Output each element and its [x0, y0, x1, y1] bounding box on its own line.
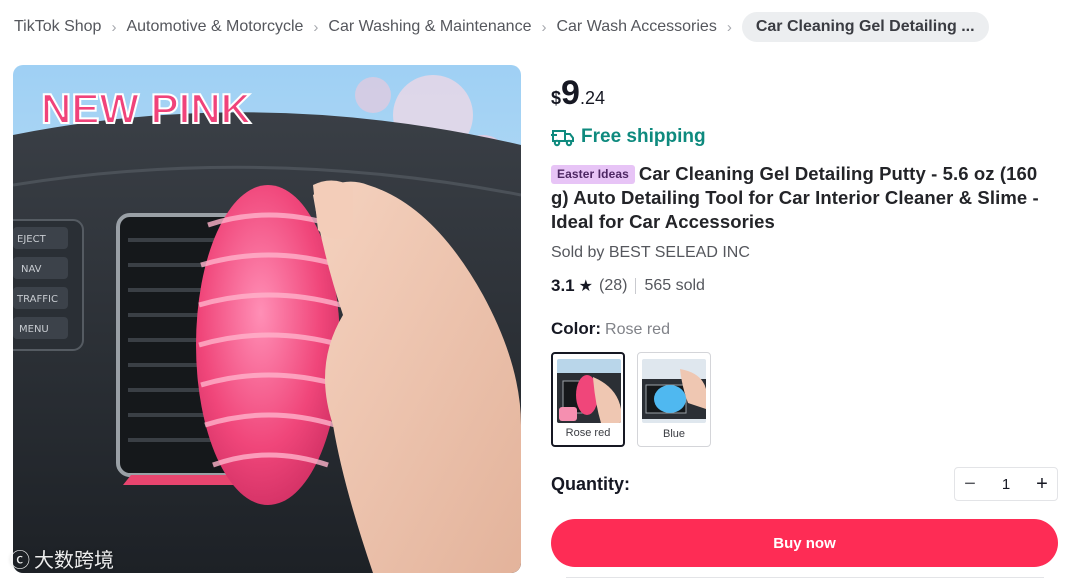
product-title: Easter Ideas Car Cleaning Gel Detailing P… — [551, 162, 1051, 234]
breadcrumb-automotive[interactable]: Automotive & Motorcycle — [126, 18, 303, 36]
free-shipping: Free shipping — [551, 126, 706, 148]
banner-text: NEW PINK — [41, 85, 251, 132]
shipping-label: Free shipping — [581, 126, 706, 147]
watermark-logo-icon: ⓒ — [10, 548, 30, 572]
buy-now-button[interactable]: Buy now — [551, 519, 1058, 567]
dash-button-menu: MENU — [19, 324, 49, 335]
breadcrumb-car-wash-accessories[interactable]: Car Wash Accessories — [556, 18, 716, 36]
swatch-thumbnail — [557, 359, 621, 423]
chevron-right-icon: › — [111, 18, 117, 36]
quantity-value[interactable]: 1 — [985, 476, 1027, 493]
watermark: ⓒ 大数跨境 — [10, 544, 114, 573]
dash-button-nav: NAV — [21, 264, 42, 275]
breadcrumb-current: Car Cleaning Gel Detailing ... — [741, 12, 989, 42]
watermark-text: 大数跨境 — [34, 548, 114, 572]
product-main-image[interactable]: EJECT NAV TRAFFIC MENU NEW PINK — [13, 65, 521, 573]
dash-button-eject: EJECT — [17, 234, 47, 245]
quantity-stepper: − 1 + — [954, 467, 1058, 501]
quantity-increase-button[interactable]: + — [1027, 468, 1057, 500]
chevron-right-icon: › — [541, 18, 547, 36]
sold-count: 565 sold — [644, 277, 705, 294]
rating[interactable]: 3.1 ★ (28) 565 sold — [551, 276, 705, 296]
star-icon: ★ — [578, 278, 593, 295]
color-label: Color: Rose red — [551, 319, 670, 339]
color-label-text: Color: — [551, 319, 602, 338]
divider — [566, 577, 1044, 578]
chevron-right-icon: › — [313, 18, 319, 36]
quantity-decrease-button[interactable]: − — [955, 468, 985, 500]
color-option-blue[interactable]: Blue — [637, 352, 711, 447]
price-decimal: .24 — [579, 88, 605, 108]
truck-icon — [551, 130, 574, 147]
breadcrumb-tiktok-shop[interactable]: TikTok Shop — [14, 18, 101, 36]
color-option-rose-red[interactable]: Rose red — [551, 352, 625, 447]
breadcrumb-car-washing[interactable]: Car Washing & Maintenance — [328, 18, 531, 36]
swatch-thumbnail — [642, 359, 706, 423]
rating-score: 3.1 — [551, 276, 575, 295]
color-option-label: Rose red — [565, 427, 611, 439]
chevron-right-icon: › — [726, 18, 732, 36]
quantity-label: Quantity: — [551, 474, 630, 494]
price: $ 9 .24 — [551, 76, 605, 110]
divider — [635, 278, 637, 294]
dash-button-traffic: TRAFFIC — [16, 294, 58, 305]
price-integer: 9 — [561, 74, 580, 112]
promo-badge: Easter Ideas — [551, 165, 635, 184]
seller-info[interactable]: Sold by BEST SELEAD INC — [551, 244, 750, 262]
breadcrumb: TikTok Shop › Automotive & Motorcycle › … — [14, 12, 989, 42]
color-option-label: Blue — [662, 428, 686, 440]
review-count[interactable]: (28) — [599, 277, 627, 295]
color-selected-value: Rose red — [605, 321, 670, 338]
product-photo: EJECT NAV TRAFFIC MENU NEW PINK — [13, 65, 521, 573]
price-currency: $ — [551, 88, 562, 108]
